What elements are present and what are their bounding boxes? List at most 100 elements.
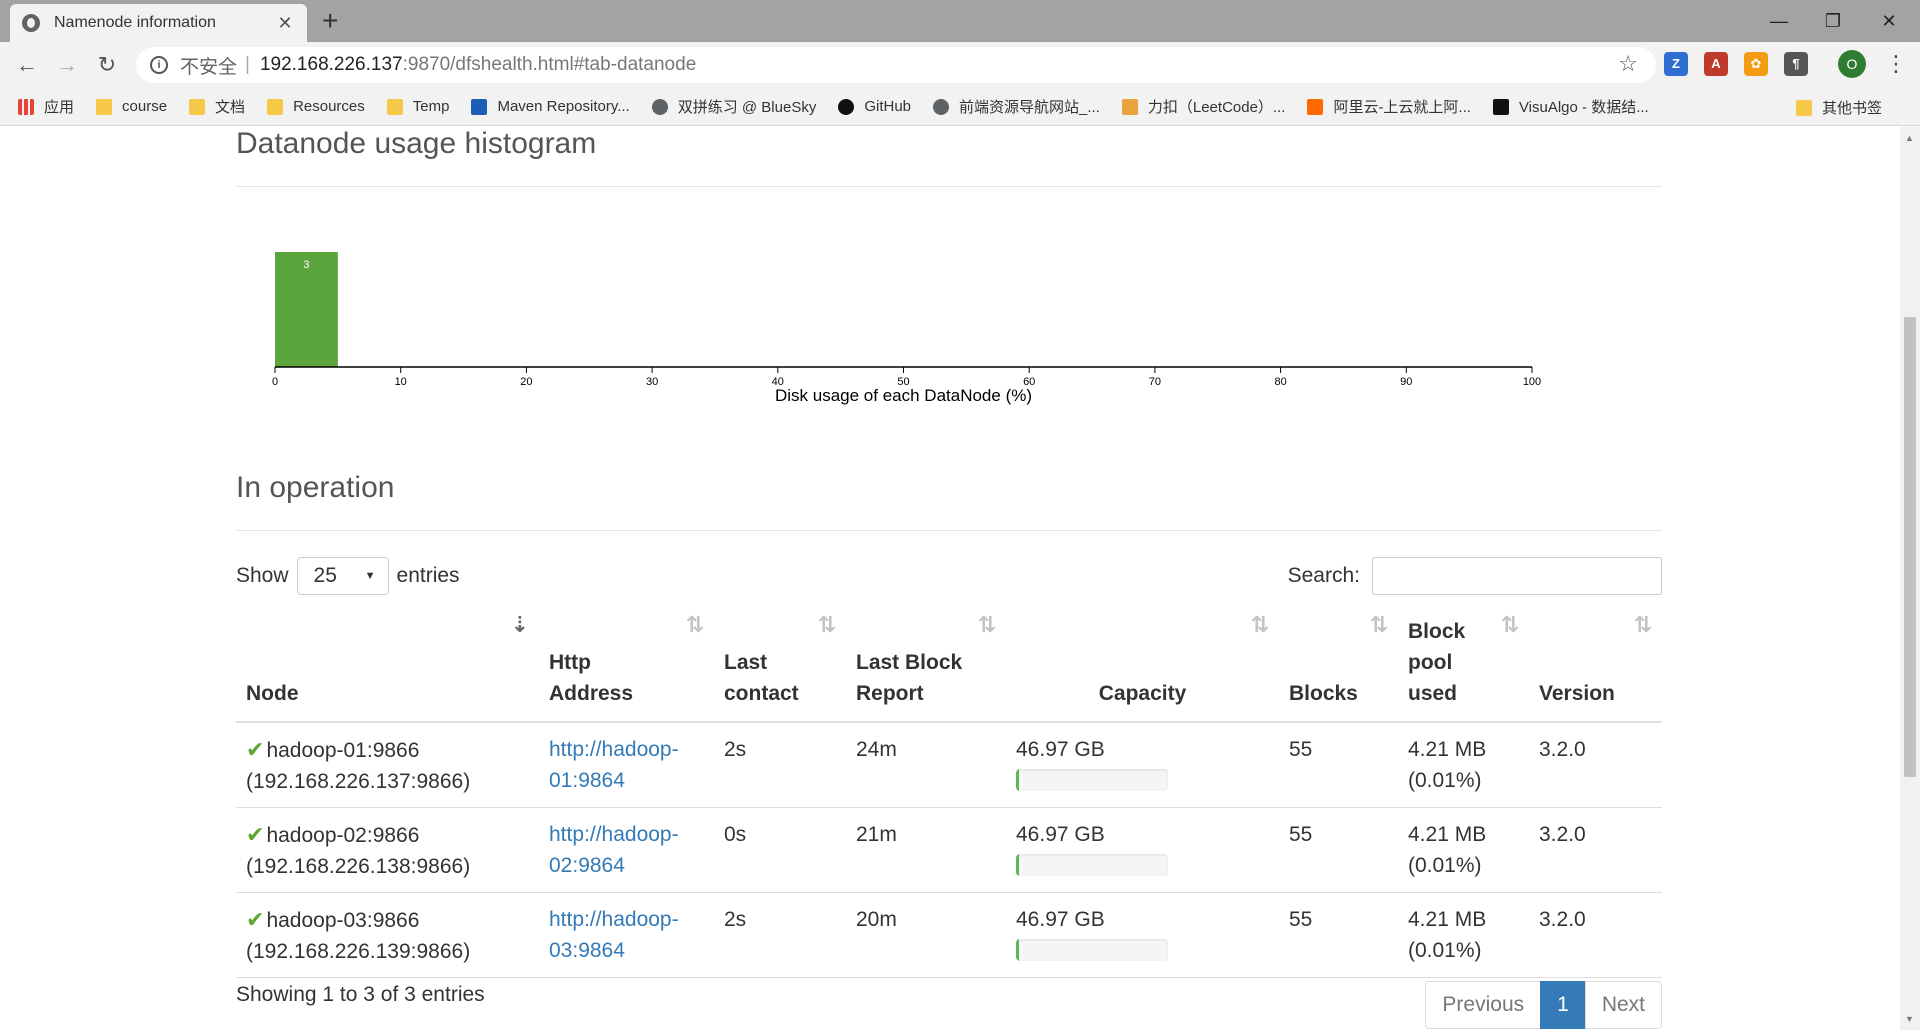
bookmark-item[interactable]: 阿里云-上云就上阿... bbox=[1307, 96, 1471, 117]
bookmark-item[interactable]: GitHub bbox=[838, 98, 911, 115]
search-input[interactable] bbox=[1372, 557, 1662, 595]
bookmark-item[interactable]: 双拼练习 @ BlueSky bbox=[651, 96, 816, 117]
column-label: Block bbox=[1408, 620, 1466, 643]
bookmark-label: 应用 bbox=[44, 99, 75, 116]
scroll-up-icon[interactable]: ▲ bbox=[1905, 133, 1914, 143]
table-row: ✔hadoop-01:9866 (192.168.226.137:9866) ht… bbox=[236, 722, 1662, 808]
pool-used-pct: (0.01%) bbox=[1408, 854, 1482, 877]
node-ip: (192.168.226.137:9866) bbox=[246, 770, 471, 793]
x-tick-label: 90 bbox=[1400, 376, 1412, 388]
usage-histogram-chart: 30 10 20 30 40 50 60 70 80 90 100Disk usage of eac… bbox=[272, 252, 1541, 405]
blocks-cell: 55 bbox=[1279, 892, 1398, 978]
back-icon[interactable]: ← bbox=[12, 50, 42, 80]
capacity-cell: 46.97 GB bbox=[1006, 892, 1279, 978]
bookmark-item[interactable]: Maven Repository... bbox=[471, 98, 630, 115]
node-name: hadoop-03:9866 bbox=[266, 909, 420, 932]
next-page-button[interactable]: Next bbox=[1584, 981, 1662, 1029]
bookmark-item[interactable]: Temp bbox=[386, 98, 449, 115]
reload-icon[interactable]: ↻ bbox=[92, 50, 122, 80]
vertical-scrollbar[interactable]: ▲ ▼ bbox=[1900, 127, 1920, 1030]
scrollbar-thumb[interactable] bbox=[1904, 317, 1916, 777]
page-1-button[interactable]: 1 bbox=[1540, 981, 1586, 1029]
col-block-pool-used[interactable]: ⇅ Block pool used bbox=[1398, 609, 1529, 723]
col-last-block-report[interactable]: ⇅ Last Block Report bbox=[846, 609, 1006, 723]
browser-toolbar: ← → ↻ i 不安全 | 192.168.226.137 :9870/dfsh… bbox=[0, 42, 1920, 88]
close-icon[interactable]: ✕ bbox=[275, 13, 295, 34]
column-label: Report bbox=[856, 682, 924, 705]
node-cell: ✔hadoop-02:9866 (192.168.226.138:9866) bbox=[236, 807, 539, 893]
star-icon[interactable]: ☆ bbox=[1618, 51, 1638, 77]
other-bookmarks[interactable]: 其他书签 bbox=[1795, 97, 1882, 118]
capacity-progress-fill bbox=[1016, 769, 1020, 791]
bookmark-label: 力扣（LeetCode）... bbox=[1147, 99, 1286, 116]
http-address-link[interactable]: http://hadoop- 03:9864 bbox=[549, 908, 679, 962]
search-label: Search: bbox=[1287, 564, 1360, 587]
menu-icon[interactable]: ⋮ bbox=[1885, 50, 1907, 78]
bookmark-item[interactable]: course bbox=[96, 98, 167, 115]
bookmark-item[interactable]: 前端资源导航网站_... bbox=[933, 96, 1100, 117]
minimize-icon[interactable]: — bbox=[1752, 4, 1806, 38]
browser-tab[interactable]: Namenode information ✕ bbox=[10, 4, 307, 42]
last-contact-cell: 2s bbox=[714, 722, 846, 808]
http-address-link[interactable]: http://hadoop- 01:9864 bbox=[549, 738, 679, 792]
check-icon: ✔ bbox=[246, 737, 265, 762]
in-operation-title: In operation bbox=[236, 471, 395, 504]
bookmark-item[interactable]: 文档 bbox=[189, 96, 245, 117]
url-path: :9870/dfshealth.html#tab-datanode bbox=[402, 54, 697, 75]
forward-icon[interactable]: → bbox=[52, 50, 82, 80]
bookmarks-bar: 应用 course 文档 Resources Temp Maven Reposi… bbox=[0, 88, 1920, 126]
col-blocks[interactable]: ⇅ Blocks bbox=[1279, 609, 1398, 723]
column-label: Blocks bbox=[1289, 682, 1358, 705]
page-length-select[interactable]: 25 ▼ bbox=[296, 557, 389, 595]
folder-icon bbox=[189, 98, 206, 115]
bookmark-label: GitHub bbox=[864, 98, 912, 115]
col-node[interactable]: ⇣ Node bbox=[236, 609, 539, 723]
link-text: 02:9864 bbox=[549, 854, 625, 877]
page-length-value: 25 bbox=[313, 564, 337, 587]
new-tab-button[interactable]: + bbox=[322, 6, 338, 36]
x-tick-label: 80 bbox=[1274, 376, 1286, 388]
sort-icon: ⇅ bbox=[1250, 612, 1270, 637]
folder-icon bbox=[1795, 99, 1812, 116]
sort-icon: ⇅ bbox=[1633, 612, 1653, 637]
previous-page-button[interactable]: Previous bbox=[1425, 981, 1542, 1029]
col-version[interactable]: ⇅ Version bbox=[1529, 609, 1662, 723]
restore-icon[interactable]: ❐ bbox=[1806, 4, 1860, 38]
bookmark-item[interactable]: VisuAlgo - 数据结... bbox=[1492, 96, 1649, 117]
pdf-extension-icon[interactable]: A bbox=[1704, 52, 1728, 76]
profile-avatar[interactable]: O bbox=[1838, 50, 1866, 78]
table-row: ✔hadoop-03:9866 (192.168.226.139:9866) ht… bbox=[236, 892, 1662, 978]
show-label: Show bbox=[236, 564, 289, 587]
caret-down-icon: ▼ bbox=[364, 570, 376, 582]
sort-icon: ⇅ bbox=[977, 612, 997, 637]
window-close-icon[interactable]: ✕ bbox=[1862, 4, 1916, 38]
column-label: used bbox=[1408, 682, 1458, 705]
aliyun-icon bbox=[1307, 98, 1324, 115]
separator: | bbox=[245, 54, 250, 75]
link-text: http://hadoop- bbox=[549, 738, 679, 761]
insecure-label: 不安全 bbox=[180, 56, 238, 78]
capacity-cell: 46.97 GB bbox=[1006, 807, 1279, 893]
col-last-contact[interactable]: ⇅ Last contact bbox=[714, 609, 846, 723]
http-address-link[interactable]: http://hadoop- 02:9864 bbox=[549, 823, 679, 877]
scroll-down-icon[interactable]: ▼ bbox=[1905, 1014, 1914, 1024]
bookmark-item[interactable]: 应用 bbox=[18, 96, 74, 117]
bookmark-item[interactable]: Resources bbox=[267, 98, 365, 115]
address-bar[interactable]: i 不安全 | 192.168.226.137 :9870/dfshealth.… bbox=[136, 47, 1656, 83]
bookmark-label: 文档 bbox=[215, 99, 246, 116]
url-host: 192.168.226.137 bbox=[259, 54, 403, 75]
extension-icon[interactable]: ✿ bbox=[1744, 52, 1768, 76]
maven-icon bbox=[471, 98, 488, 115]
col-http-address[interactable]: ⇅ Http Address bbox=[539, 609, 714, 723]
link-text: 01:9864 bbox=[549, 769, 625, 792]
extension-icon[interactable]: ¶ bbox=[1784, 52, 1808, 76]
info-icon[interactable]: i bbox=[150, 56, 168, 74]
bookmark-item[interactable]: 力扣（LeetCode）... bbox=[1121, 96, 1286, 117]
bookmark-label: 前端资源导航网站_... bbox=[959, 99, 1100, 116]
col-capacity[interactable]: ⇅ Capacity bbox=[1006, 609, 1279, 723]
column-label: Capacity bbox=[1098, 682, 1187, 705]
capacity-progress bbox=[1016, 854, 1168, 876]
extension-icon[interactable]: Z bbox=[1664, 52, 1688, 76]
column-label: Node bbox=[246, 682, 299, 705]
bookmark-label: Maven Repository... bbox=[497, 98, 630, 115]
